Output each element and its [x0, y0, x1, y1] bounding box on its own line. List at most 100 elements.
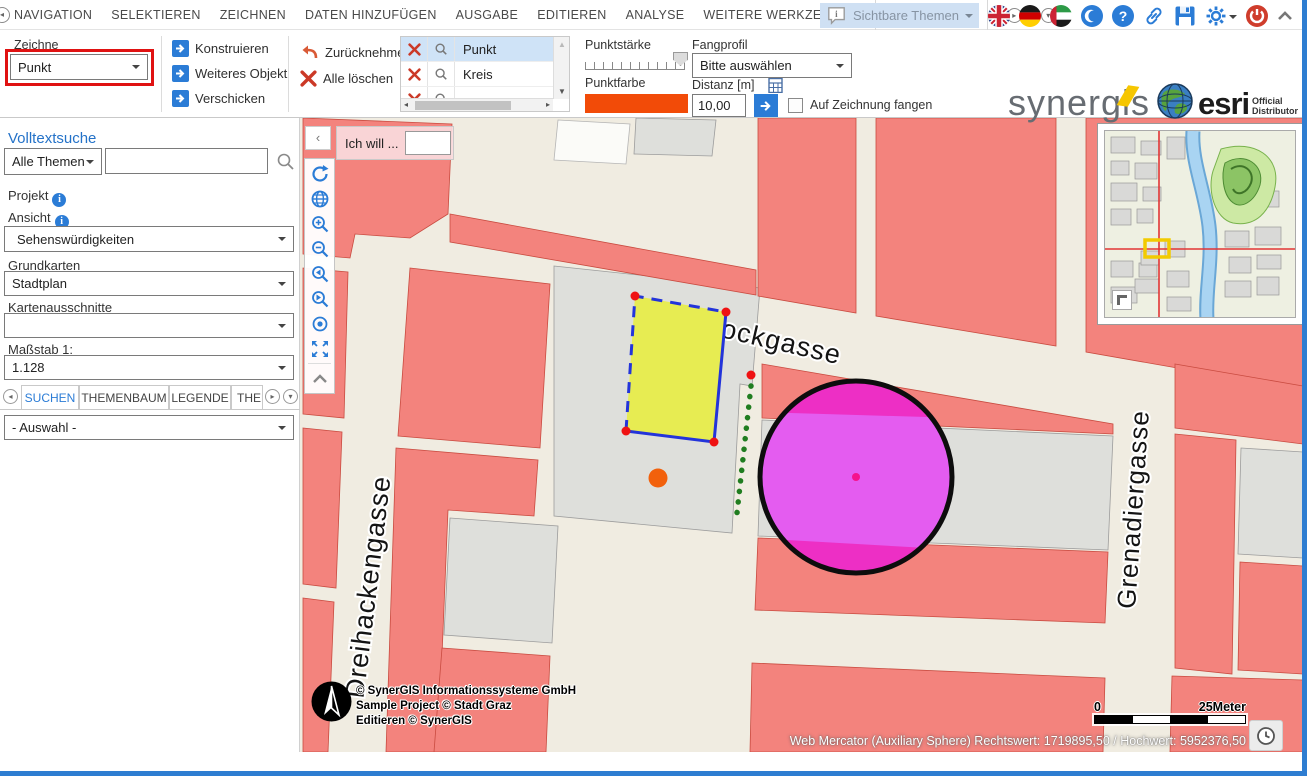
- zoom-to-icon[interactable]: [428, 62, 455, 86]
- punktstaerke-label: Punktstärke: [585, 38, 651, 52]
- ribbon-divider: [161, 36, 162, 112]
- calculator-icon[interactable]: [768, 78, 783, 93]
- zoom-to-icon[interactable]: [428, 37, 455, 61]
- alle-loeschen-label: Alle löschen: [323, 71, 393, 86]
- delete-x-icon[interactable]: [401, 62, 428, 86]
- zoom-in-button[interactable]: [305, 211, 334, 236]
- list-item-kreis[interactable]: Kreis: [401, 62, 553, 87]
- alle-loeschen-button[interactable]: Alle löschen: [300, 70, 393, 87]
- slider-handle-icon[interactable]: [673, 52, 688, 66]
- fangprofil-label: Fangprofil: [692, 38, 748, 52]
- delete-x-icon: [300, 70, 317, 87]
- tabs-menu-button[interactable]: ▾: [283, 389, 298, 404]
- globe-home-button[interactable]: [305, 186, 334, 211]
- esri-globe-icon: [1156, 82, 1194, 120]
- sichtbare-themen-dropdown[interactable]: i Sichtbare Themen: [820, 3, 979, 28]
- auswahl-dropdown[interactable]: - Auswahl -: [4, 415, 294, 440]
- ansicht-dropdown[interactable]: Sehenswürdigkeiten: [4, 226, 294, 252]
- sidebar-tab-themen-cut[interactable]: THEM: [231, 385, 263, 410]
- list-horizontal-scrollbar[interactable]: ◂▸: [401, 98, 553, 111]
- flag-uk-icon[interactable]: [988, 5, 1010, 27]
- previous-extent-button[interactable]: [305, 261, 334, 286]
- tab-navigation[interactable]: NAVIGATION: [14, 8, 92, 22]
- clock-icon: [1256, 726, 1276, 746]
- logout-power-icon[interactable]: [1246, 5, 1268, 27]
- copyright-line: © SynerGIS Informationssysteme GmbH: [356, 684, 576, 699]
- toolbar-collapse-up-button[interactable]: [305, 366, 334, 391]
- flag-uae-icon[interactable]: [1050, 5, 1072, 27]
- arrow-right-icon: [172, 40, 189, 57]
- overview-map[interactable]: [1097, 123, 1303, 325]
- info-icon[interactable]: i: [52, 193, 66, 207]
- konstruieren-button[interactable]: Konstruieren: [172, 40, 269, 57]
- svg-text:?: ?: [1119, 8, 1128, 24]
- weiteres-objekt-button[interactable]: Weiteres Objekt: [172, 65, 287, 82]
- sidebar-tabstrip: ◂ SUCHEN THEMENBAUM LEGENDE THEM ▸ ▾: [0, 385, 300, 410]
- list-item-label: Punkt: [455, 42, 496, 57]
- history-clock-button[interactable]: [1249, 720, 1283, 751]
- zeichne-dropdown[interactable]: Punkt: [10, 54, 148, 80]
- ich-will-input[interactable]: [405, 131, 451, 155]
- zoom-out-button[interactable]: [305, 236, 334, 261]
- tab-ausgabe[interactable]: AUSGABE: [456, 8, 519, 22]
- list-item-punkt[interactable]: Punkt: [401, 37, 553, 62]
- delete-x-icon[interactable]: [401, 37, 428, 61]
- tab-scroll-left-icon[interactable]: ◂: [0, 7, 10, 23]
- distanz-apply-button[interactable]: [754, 94, 778, 117]
- collapse-toolbar-icon[interactable]: [1277, 8, 1293, 24]
- tabs-scroll-left-button[interactable]: ◂: [3, 389, 18, 404]
- settings-menu[interactable]: [1205, 5, 1237, 27]
- search-icon[interactable]: [276, 152, 295, 171]
- themen-dropdown[interactable]: Alle Themen: [4, 148, 102, 175]
- language-arabic-crescent-icon[interactable]: [1081, 5, 1103, 27]
- grundkarten-value: Stadtplan: [12, 276, 67, 291]
- tab-zeichnen[interactable]: ZEICHNEN: [220, 8, 286, 22]
- refresh-map-button[interactable]: [305, 161, 334, 186]
- full-extent-button[interactable]: [305, 336, 334, 361]
- panel-collapse-button[interactable]: ‹: [305, 126, 331, 150]
- massstab-dropdown[interactable]: 1.128: [4, 355, 294, 380]
- tab-editieren[interactable]: EDITIEREN: [537, 8, 606, 22]
- sidebar-tab-themenbaum[interactable]: THEMENBAUM: [79, 385, 169, 410]
- tabs-scroll-right-button[interactable]: ▸: [265, 389, 280, 404]
- punktfarbe-label: Punktfarbe: [585, 76, 645, 90]
- tab-daten-hinzufuegen[interactable]: DATEN HINZUFÜGEN: [305, 8, 437, 22]
- fangprofil-dropdown[interactable]: Bitte auswählen: [692, 53, 852, 78]
- sidebar-tab-legende[interactable]: LEGENDE: [169, 385, 231, 410]
- map-toolbar: [304, 158, 335, 394]
- window-bottom-strip: [0, 752, 1307, 772]
- flag-germany-icon[interactable]: [1019, 5, 1041, 27]
- tab-analyse[interactable]: ANALYSE: [626, 8, 685, 22]
- grundkarten-dropdown[interactable]: Stadtplan: [4, 271, 294, 296]
- ansicht-value: Sehenswürdigkeiten: [17, 232, 134, 247]
- verschicken-button[interactable]: Verschicken: [172, 90, 265, 107]
- window-frame-right: [1302, 0, 1307, 776]
- volltext-search-input[interactable]: [105, 148, 268, 174]
- tab-selektieren[interactable]: SELEKTIEREN: [111, 8, 200, 22]
- kartenausschnitte-dropdown[interactable]: [4, 313, 294, 338]
- distanz-input[interactable]: [692, 94, 746, 117]
- north-arrow-icon: [311, 681, 352, 722]
- ich-will-panel: Ich will ...: [336, 126, 454, 160]
- punktfarbe-swatch[interactable]: [585, 94, 688, 113]
- fangprofil-value: Bitte auswählen: [700, 58, 792, 73]
- scrollbar-thumb[interactable]: [415, 101, 511, 110]
- scale-bar: 0 25Meter: [1094, 700, 1246, 724]
- sidebar-tab-suchen[interactable]: SUCHEN: [21, 385, 79, 410]
- speech-bubble-info-icon: i: [826, 6, 847, 25]
- overview-collapse-button[interactable]: [1112, 290, 1132, 310]
- punktstaerke-slider[interactable]: [585, 56, 685, 70]
- left-panel: Volltextsuche Alle Themen Projekti Ansic…: [0, 118, 300, 752]
- drawing-objects-list: Punkt Kreis ▲▼ ◂▸: [400, 36, 570, 112]
- auf-zeichnung-fangen-checkbox[interactable]: [788, 98, 803, 113]
- save-icon[interactable]: [1174, 5, 1196, 27]
- gear-icon: [1205, 5, 1227, 27]
- ich-will-label: Ich will ...: [345, 136, 398, 151]
- help-icon[interactable]: ?: [1112, 5, 1134, 27]
- center-position-button[interactable]: [305, 311, 334, 336]
- next-extent-button[interactable]: [305, 286, 334, 311]
- list-vertical-scrollbar[interactable]: ▲▼: [553, 37, 569, 99]
- volltextsuche-link[interactable]: Volltextsuche: [8, 130, 96, 147]
- zuruecknehmen-button[interactable]: Zurücknehmen: [300, 44, 412, 61]
- link-icon[interactable]: [1143, 5, 1165, 27]
